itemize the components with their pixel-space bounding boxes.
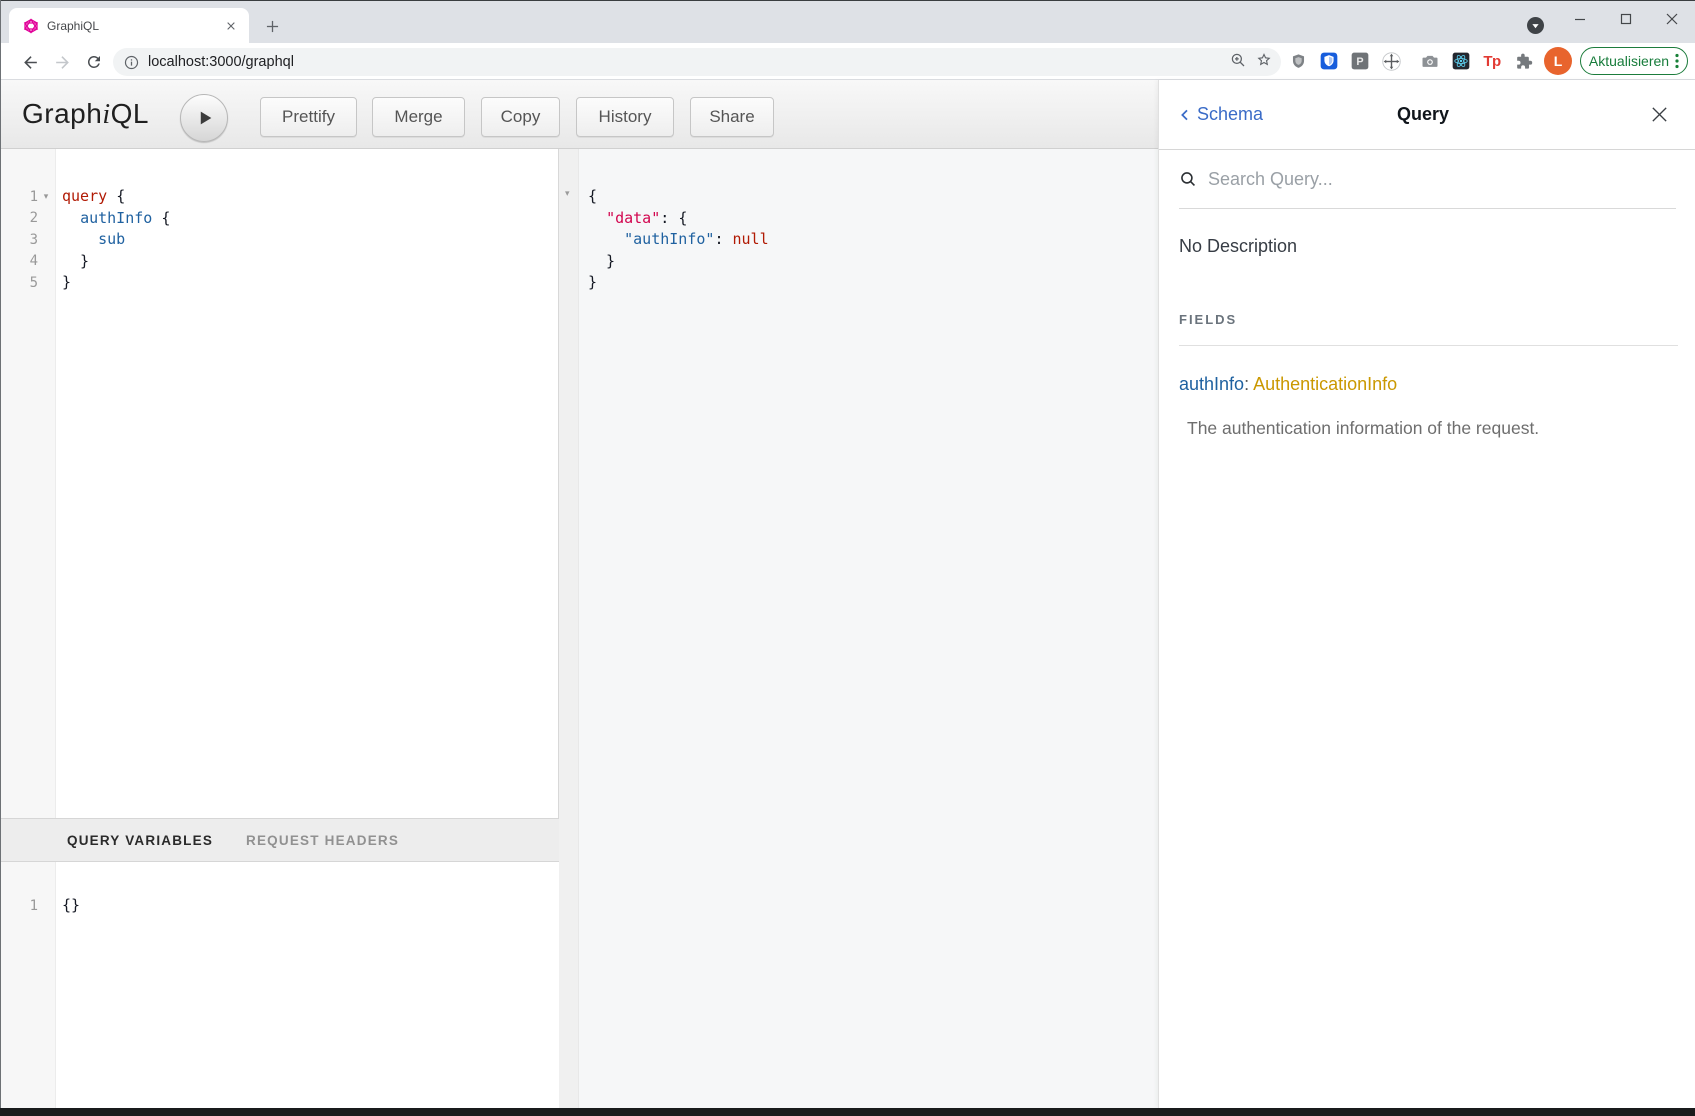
url-text[interactable]: localhost:3000/graphql	[148, 54, 294, 70]
share-button[interactable]: Share	[690, 97, 774, 137]
query-editor-gutter[interactable]: 1▾2345	[0, 149, 56, 818]
ublock-extension-icon[interactable]	[1284, 48, 1312, 74]
react-devtools-extension-icon[interactable]	[1447, 48, 1475, 74]
move-extension-icon[interactable]	[1377, 48, 1405, 74]
doc-explorer-header: Schema Query	[1159, 80, 1695, 150]
play-icon	[193, 107, 215, 129]
field-row: authInfo: AuthenticationInfo	[1179, 374, 1397, 395]
query-pane: 1▾2345 query { authInfo { sub }} QUERY V…	[0, 149, 559, 1108]
fields-section-header: FIELDS	[1179, 312, 1237, 327]
taskbar-edge	[0, 1108, 1695, 1116]
tp-extension-icon[interactable]: Tp	[1478, 48, 1506, 74]
back-chevron-icon	[1177, 107, 1193, 123]
window-top-border	[0, 0, 1695, 1]
extensions-puzzle-icon[interactable]	[1509, 48, 1537, 74]
browser-titlebar: GraphiQL	[0, 0, 1695, 43]
close-icon	[1650, 105, 1669, 124]
doc-close-button[interactable]	[1449, 105, 1669, 124]
back-icon[interactable]	[17, 49, 43, 75]
query-editor[interactable]: 1▾2345 query { authInfo { sub }}	[0, 149, 558, 818]
update-browser-label: Aktualisieren	[1589, 53, 1669, 69]
doc-explorer-title: Query	[1397, 104, 1449, 125]
result-pane[interactable]: ▾ { "data": { "authInfo": null }}	[559, 149, 1158, 1108]
new-tab-icon[interactable]	[259, 13, 285, 39]
field-name-link[interactable]: authInfo	[1179, 374, 1244, 394]
copy-button[interactable]: Copy	[481, 97, 560, 137]
graphql-favicon-icon	[23, 18, 39, 34]
doc-back-link[interactable]: Schema	[1177, 104, 1397, 125]
tab-request-headers[interactable]: REQUEST HEADERS	[246, 833, 399, 848]
forward-icon[interactable]	[49, 49, 75, 75]
bookmark-star-icon[interactable]	[1255, 51, 1273, 74]
field-type-link[interactable]: AuthenticationInfo	[1253, 374, 1397, 394]
execute-query-button[interactable]	[180, 94, 228, 142]
doc-search-input[interactable]	[1208, 169, 1608, 190]
type-description: No Description	[1179, 236, 1297, 257]
field-description: The authentication information of the re…	[1187, 418, 1539, 439]
tab-close-icon[interactable]	[222, 17, 239, 34]
close-window-icon[interactable]	[1649, 2, 1695, 36]
field-separator: :	[1244, 374, 1253, 394]
svg-text:P: P	[1356, 56, 1363, 68]
doc-back-label: Schema	[1197, 104, 1263, 125]
browser-menu-kebab-icon	[1675, 53, 1679, 69]
camera-extension-icon[interactable]	[1416, 48, 1444, 74]
merge-button[interactable]: Merge	[372, 97, 465, 137]
result-fold-arrow-icon[interactable]: ▾	[565, 188, 570, 199]
address-bar[interactable]: localhost:3000/graphql	[113, 48, 1281, 76]
history-button[interactable]: History	[576, 97, 674, 137]
fields-divider	[1179, 345, 1678, 346]
update-browser-button[interactable]: Aktualisieren	[1580, 47, 1688, 75]
variables-editor-code[interactable]: {}	[62, 895, 80, 917]
browser-tab[interactable]: GraphiQL	[9, 8, 249, 43]
graphiql-logo: GraphiQL	[22, 98, 149, 131]
query-editor-code[interactable]: query { authInfo { sub }}	[62, 186, 558, 294]
graphiql-app: GraphiQL Prettify Merge Copy History Sha…	[0, 80, 1695, 1108]
result-code[interactable]: { "data": { "authInfo": null }}	[588, 186, 769, 294]
tab-search-icon[interactable]	[1527, 17, 1544, 34]
p-extension-icon[interactable]: P	[1346, 48, 1374, 74]
bitwarden-extension-icon[interactable]	[1315, 48, 1343, 74]
doc-search-row	[1179, 150, 1676, 209]
minimize-icon[interactable]	[1557, 2, 1603, 36]
search-icon	[1179, 170, 1198, 189]
maximize-icon[interactable]	[1603, 2, 1649, 36]
profile-avatar[interactable]: L	[1544, 47, 1572, 75]
graphiql-topbar: GraphiQL Prettify Merge Copy History Sha…	[0, 80, 1158, 149]
zoom-in-icon[interactable]	[1229, 51, 1247, 74]
browser-navbar: localhost:3000/graphql P Tp	[0, 43, 1695, 80]
result-gutter	[559, 149, 579, 1108]
reload-icon[interactable]	[81, 49, 107, 75]
tab-title: GraphiQL	[47, 19, 99, 33]
variables-editor-gutter[interactable]: 1	[0, 862, 56, 1108]
doc-explorer: Schema Query No Description FIELDS authI…	[1158, 80, 1695, 1108]
info-icon[interactable]	[123, 54, 140, 71]
window-left-border	[0, 0, 1, 1108]
secondary-editor-tabs: QUERY VARIABLES REQUEST HEADERS	[0, 818, 559, 862]
prettify-button[interactable]: Prettify	[260, 97, 357, 137]
tab-query-variables[interactable]: QUERY VARIABLES	[67, 833, 213, 848]
variables-editor[interactable]: 1 {}	[0, 862, 559, 1108]
